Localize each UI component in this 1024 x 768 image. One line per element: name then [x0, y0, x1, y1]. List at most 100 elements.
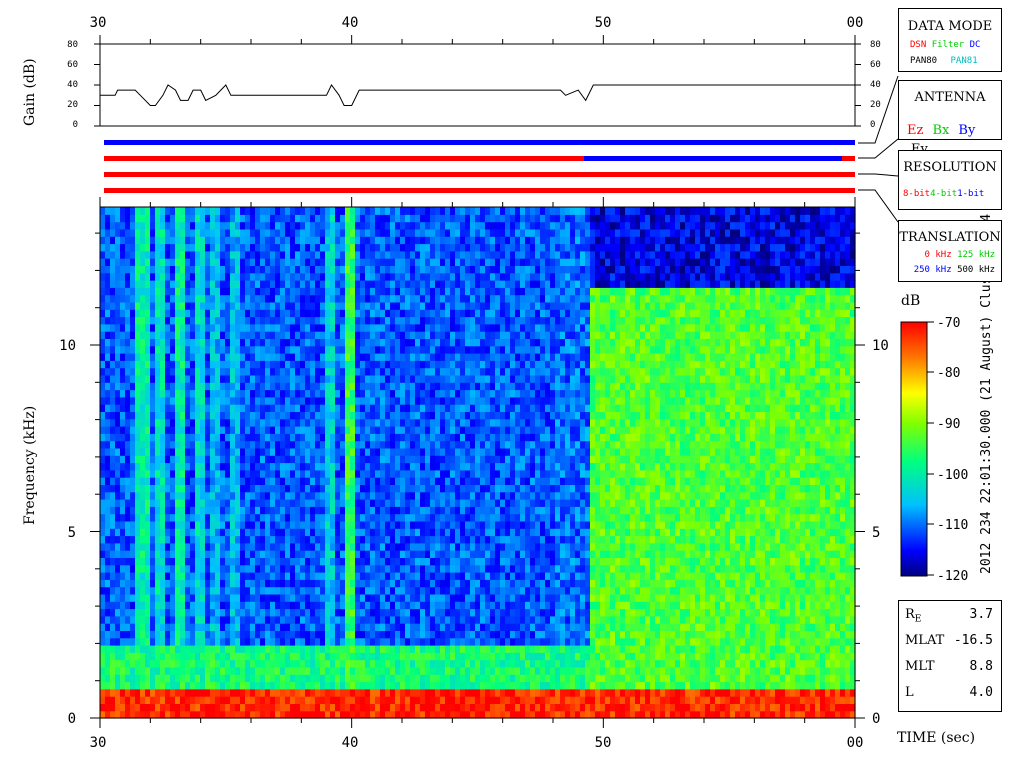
- spectrogram-cell: [295, 557, 301, 566]
- spectrogram-cell: [410, 294, 416, 303]
- spectrogram-cell: [375, 469, 381, 478]
- spectrogram-cell: [135, 280, 141, 288]
- spectrogram-cell: [150, 411, 156, 420]
- spectrogram-cell: [135, 301, 141, 310]
- spectrogram-cell: [130, 411, 136, 420]
- spectrogram-cell: [345, 499, 351, 507]
- spectrogram-cell: [395, 258, 401, 266]
- spectrogram-cell: [175, 477, 181, 485]
- spectrogram-cell: [345, 367, 351, 376]
- spectrogram-cell: [420, 630, 426, 639]
- spectrogram-cell: [360, 236, 366, 245]
- spectrogram-cell: [150, 301, 156, 310]
- spectrogram-cell: [135, 586, 141, 595]
- spectrogram-cell: [200, 382, 206, 391]
- spectrogram-cell: [365, 309, 371, 318]
- spectrogram-cell: [435, 710, 441, 719]
- spectrogram-cell: [385, 593, 391, 602]
- spectrogram-cell: [445, 250, 451, 259]
- spectrogram-cell: [445, 637, 451, 646]
- spectrogram-cell: [145, 469, 151, 478]
- spectrogram-cell: [210, 331, 216, 339]
- spectrogram-cell: [255, 243, 261, 252]
- spectrogram-cell: [125, 221, 131, 230]
- spectrogram-cell: [110, 564, 116, 573]
- spectrogram-cell: [270, 345, 276, 354]
- spectrogram-cell: [360, 265, 366, 274]
- spectrogram-cell: [245, 550, 251, 558]
- spectrogram-cell: [160, 623, 166, 631]
- spectrogram-cell: [175, 601, 181, 610]
- spectrogram-cell: [305, 608, 311, 617]
- spectrogram-cell: [240, 214, 246, 223]
- spectrogram-cell: [295, 586, 301, 595]
- spectrogram-cell: [305, 426, 311, 434]
- spectrogram-cell: [225, 214, 231, 223]
- spectrogram-cell: [125, 447, 131, 456]
- spectrogram-cell: [195, 491, 201, 500]
- spectrogram-cell: [275, 426, 281, 434]
- spectrogram-cell: [205, 637, 211, 646]
- spectrogram-cell: [425, 528, 431, 537]
- spectrogram-cell: [365, 418, 371, 427]
- spectrogram-cell: [135, 696, 141, 704]
- spectrogram-cell: [310, 265, 316, 274]
- spectrogram-cell: [195, 520, 201, 529]
- spectrogram-cell: [170, 367, 176, 376]
- spectrogram-cell: [305, 652, 311, 661]
- spectrogram-cell: [385, 601, 391, 610]
- spectrogram-cell: [295, 499, 301, 507]
- spectrogram-cell: [345, 331, 351, 339]
- spectrogram-cell: [275, 681, 281, 690]
- spectrogram-cell: [360, 353, 366, 361]
- spectrogram-cell: [175, 462, 181, 471]
- spectrogram-cell: [310, 659, 316, 668]
- spectrogram-cell: [420, 243, 426, 252]
- spectrogram-cell: [165, 272, 171, 281]
- spectrogram-cell: [435, 374, 441, 383]
- spectrogram-cell: [285, 287, 291, 296]
- spectrogram-cell: [175, 265, 181, 274]
- spectrogram-cell: [330, 593, 336, 602]
- spectrogram-cell: [395, 389, 401, 398]
- spectrogram-cell: [265, 630, 271, 639]
- spectrogram-cell: [255, 703, 261, 712]
- spectrogram-cell: [345, 688, 351, 697]
- spectrogram-cell: [175, 703, 181, 712]
- spectrogram-cell: [150, 637, 156, 646]
- spectrogram-cell: [145, 389, 151, 398]
- spectrogram-cell: [135, 418, 141, 427]
- spectrogram-cell: [115, 659, 121, 668]
- spectrogram-cell: [350, 462, 356, 471]
- spectrogram-cell: [185, 652, 191, 661]
- spectrogram-cell: [425, 323, 431, 332]
- spectrogram-cell: [185, 499, 191, 507]
- spectrogram-cell: [365, 455, 371, 464]
- spectrogram-cell: [145, 462, 151, 471]
- spectrogram-cell: [200, 374, 206, 383]
- spectrogram-cell: [350, 710, 356, 719]
- spectrogram-cell: [435, 221, 441, 230]
- spectrogram-cell: [145, 455, 151, 464]
- spectrogram-cell: [185, 520, 191, 529]
- spectrogram-cell: [155, 272, 161, 281]
- spectrogram-cell: [170, 382, 176, 391]
- spectrogram-cell: [180, 396, 186, 405]
- spectrogram-cell: [210, 681, 216, 690]
- spectrogram-cell: [290, 462, 296, 471]
- spectrogram-cell: [210, 309, 216, 318]
- spectrogram-cell: [180, 236, 186, 245]
- spectrogram-cell: [100, 666, 106, 675]
- spectrogram-cell: [175, 645, 181, 653]
- spectrogram-cell: [125, 637, 131, 646]
- spectrogram-cell: [405, 608, 411, 617]
- spectrogram-cell: [335, 637, 341, 646]
- spectrogram-cell: [305, 535, 311, 544]
- spectrogram-cell: [365, 236, 371, 245]
- spectrogram-cell: [280, 688, 286, 697]
- spectrogram-cell: [220, 491, 226, 500]
- spectrogram-cell: [115, 411, 121, 420]
- spectrogram-cell: [140, 353, 146, 361]
- spectrogram-cell: [350, 214, 356, 223]
- spectrogram-cell: [420, 564, 426, 573]
